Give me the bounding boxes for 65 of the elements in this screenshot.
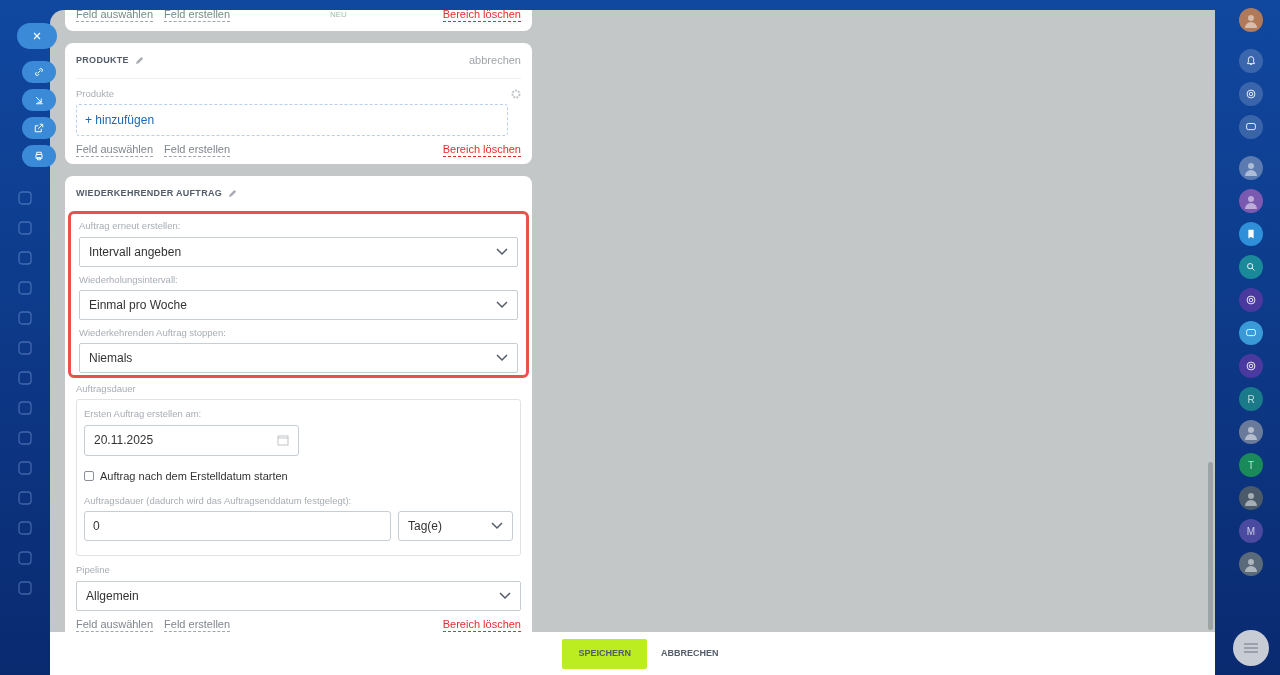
print-icon [33,150,45,162]
close-icon [31,30,43,42]
delete-link[interactable]: Bereich löschen [442,617,521,632]
avatar[interactable] [1239,189,1263,213]
print-button[interactable] [22,145,56,167]
delete-link[interactable]: Bereich löschen [442,10,521,22]
chevron-icon [496,300,508,309]
cancel-button[interactable]: ABBRECHEN [659,638,721,669]
chevron-icon [496,247,508,256]
avatar[interactable] [1239,8,1263,32]
avatar[interactable] [1239,420,1263,444]
field-label: Ersten Auftrag erstellen am: [84,407,203,422]
field-label: Auftragsdauer [76,382,137,396]
menu-button[interactable] [1233,630,1269,666]
external-button[interactable] [22,117,56,139]
select-field[interactable]: Intervall angeben [79,236,518,267]
link[interactable]: Feld erstellen [164,142,231,157]
checkbox[interactable] [84,470,94,481]
section-title: PRODUKTE [76,53,129,67]
duration-input[interactable]: 0 [84,511,391,542]
letter-avatar[interactable]: T [1239,453,1263,477]
link[interactable]: Feld erstellen [164,617,231,632]
field-label: Auftrag erneut erstellen: [79,219,182,234]
close-button[interactable] [17,23,57,49]
save-button[interactable]: SPEICHERN [562,638,647,669]
select-field[interactable]: Allgemein [76,580,521,611]
cancel-link[interactable]: abbrechen [469,52,521,69]
select-field[interactable]: Tag(e) [398,511,513,542]
add-product-field[interactable]: + hinzufügen [76,103,508,136]
download-icon [33,94,45,106]
download-button[interactable] [22,89,56,111]
select-field[interactable]: Einmal pro Woche [79,289,518,320]
avatar[interactable] [1239,486,1263,510]
link[interactable]: Feld auswählen [76,142,154,157]
bookmark-icon[interactable] [1239,222,1263,246]
field-label: Pipeline [76,563,111,578]
field-label: Produkte [76,86,115,101]
field-label: Auftragsdauer (dadurch wird das Auftragsenddatum festgelegt): [84,494,353,508]
link-button[interactable] [22,61,56,83]
add-link[interactable]: + hinzufügen [85,110,155,129]
avatar[interactable] [1239,156,1263,180]
search-icon[interactable] [1239,255,1263,279]
section-title: WIEDERKEHRENDER AUFTRAG [76,186,223,200]
chevron-icon [491,522,503,531]
letter-avatar[interactable]: R [1239,387,1263,411]
field-label: Wiederholungsintervall: [79,272,179,287]
chevron-icon [496,354,508,362]
link[interactable]: Feld erstellen [164,10,231,22]
field-label: Wiederkehrenden Auftrag stoppen: [79,325,227,340]
delete-link[interactable]: Bereich löschen [442,142,521,157]
link-icon [33,66,45,78]
checkbox-label: Auftrag nach dem Erstelldatum starten [100,468,288,484]
pencil-icon [134,55,144,65]
menu-icon [1244,643,1258,653]
external-icon [33,122,45,134]
date-field[interactable]: 20.11.2025 [84,424,299,456]
avatar[interactable] [1239,552,1263,576]
chevron-icon [499,591,511,600]
letter-avatar[interactable]: M [1239,519,1263,543]
select-field[interactable]: Niemals [79,343,518,373]
link[interactable]: Feld auswählen [76,617,154,632]
pencil-icon [228,189,238,198]
new-label: NEU [330,10,347,19]
link[interactable]: Feld auswählen [76,10,154,22]
bell-icon[interactable] [1239,49,1263,73]
